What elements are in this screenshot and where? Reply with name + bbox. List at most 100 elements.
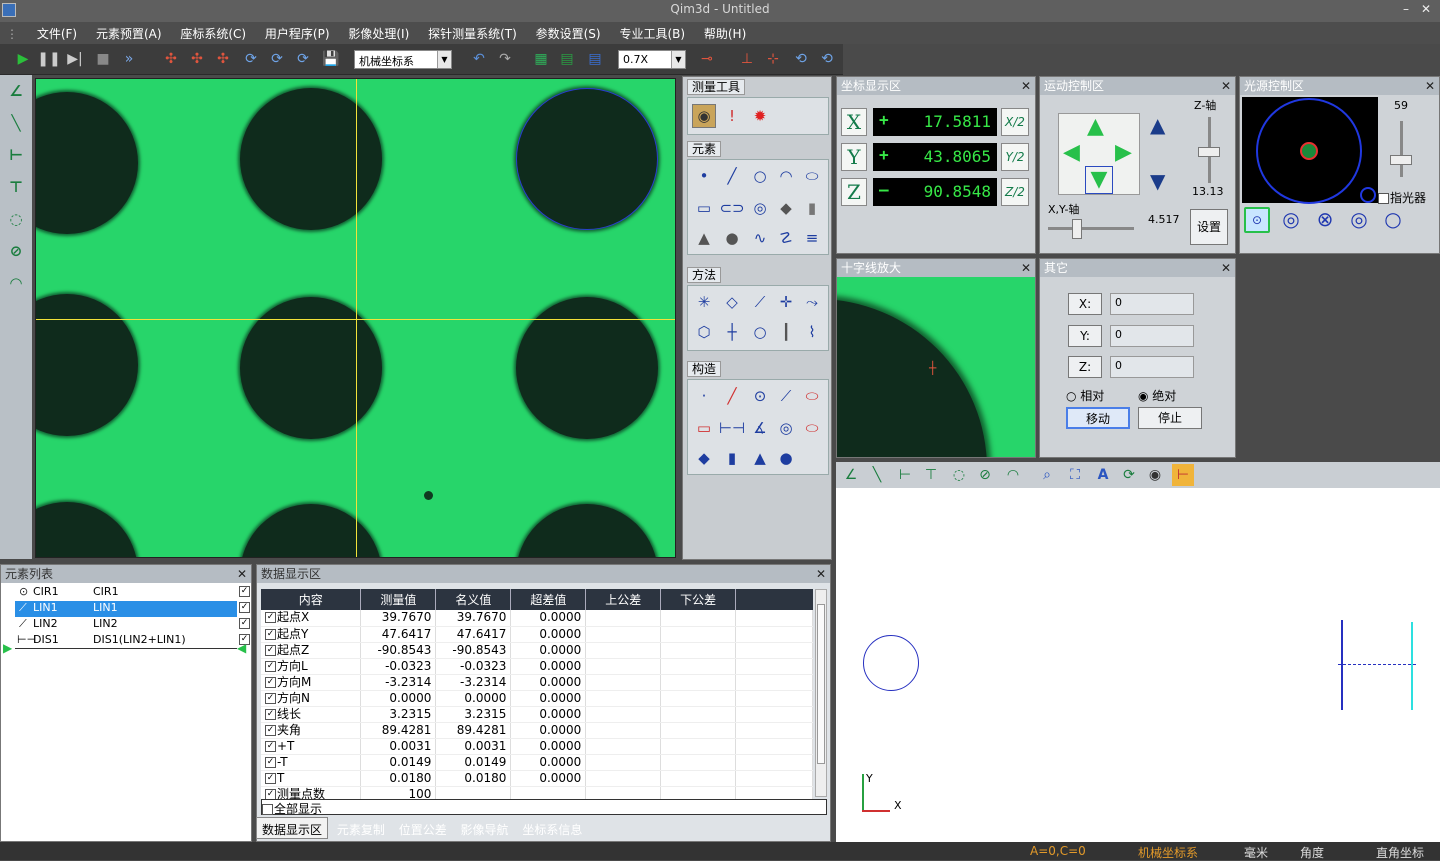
line-icon[interactable]: ╱ bbox=[720, 164, 744, 188]
close-icon[interactable]: ✕ bbox=[1221, 77, 1231, 95]
row-checkbox[interactable]: ✓ bbox=[265, 740, 276, 752]
goto-z-button[interactable]: Z: bbox=[1068, 356, 1102, 378]
probe-touch-icon[interactable]: ┃ bbox=[774, 320, 798, 344]
region-icon[interactable]: ⬡ bbox=[692, 320, 716, 344]
point-icon[interactable]: • bbox=[692, 164, 716, 188]
rotate-x-icon[interactable]: ⟳ bbox=[266, 48, 288, 70]
slot-icon[interactable]: ⊂⊃ bbox=[719, 196, 744, 220]
axis-x-button[interactable]: X bbox=[841, 108, 867, 136]
play-icon[interactable]: ▶ bbox=[12, 48, 34, 70]
axis-y-button[interactable]: Y bbox=[841, 143, 867, 171]
jog-up-icon[interactable]: ▲ bbox=[1087, 116, 1104, 138]
menu-coord-system[interactable]: 座标系统(C) bbox=[172, 22, 253, 42]
relative-radio[interactable]: ○ 相对 bbox=[1066, 387, 1104, 404]
angle-tool-icon[interactable]: ∠ bbox=[4, 79, 28, 103]
horizontal-distance-icon[interactable]: ⊢ bbox=[4, 143, 28, 167]
align-x-icon[interactable]: ✣ bbox=[186, 48, 208, 70]
construct-angle-icon[interactable]: ∡ bbox=[748, 416, 772, 440]
menu-parameters[interactable]: 参数设置(S) bbox=[528, 22, 608, 42]
coord-system-select[interactable]: 机械坐标系 ▼ bbox=[354, 50, 452, 69]
col-deviation[interactable]: 超差值 bbox=[510, 589, 587, 610]
table-row[interactable]: ✓ 起点X 39.7670 39.7670 0.0000 bbox=[261, 610, 813, 627]
camera-tool-icon[interactable]: ◉ bbox=[692, 104, 716, 128]
jog-down-icon[interactable]: ▼ bbox=[1085, 166, 1113, 194]
construct-arc-icon[interactable]: ⟋ bbox=[774, 384, 798, 408]
construct-plane-icon[interactable]: ◆ bbox=[692, 446, 716, 470]
row-checkbox[interactable]: ✓ bbox=[265, 644, 276, 656]
x-input[interactable]: 0 bbox=[1110, 293, 1194, 315]
cylinder-icon[interactable]: ▮ bbox=[800, 196, 824, 220]
ring-mode-5-icon[interactable]: ○ bbox=[1380, 207, 1406, 233]
probe-icon[interactable]: ⊸ bbox=[696, 48, 718, 70]
tab-coord-info[interactable]: 坐标系信息 bbox=[517, 818, 587, 838]
construct-cylinder-icon[interactable]: ▮ bbox=[720, 446, 744, 470]
zoom-select[interactable]: 0.7X ▼ bbox=[618, 50, 686, 69]
parallel-lines-icon[interactable]: ≡ bbox=[800, 226, 824, 250]
row-checkbox[interactable]: ✓ bbox=[265, 612, 276, 624]
row-checkbox[interactable]: ✓ bbox=[265, 724, 276, 736]
diameter-tool-icon[interactable]: ⊘ bbox=[4, 239, 28, 263]
table-row[interactable]: ✓ 方向L -0.0323 -0.0323 0.0000 bbox=[261, 658, 813, 675]
undo-icon[interactable]: ↶ bbox=[468, 48, 490, 70]
z-down-icon[interactable]: ▼ bbox=[1150, 169, 1165, 193]
show-all-row[interactable]: 全部显示 bbox=[261, 799, 827, 816]
z-input[interactable]: 0 bbox=[1110, 356, 1194, 378]
arc-icon[interactable]: ◠ bbox=[774, 164, 798, 188]
fast-forward-icon[interactable]: » bbox=[118, 48, 140, 70]
list-item-selected[interactable]: ⟋ LIN1 LIN1 bbox=[15, 601, 237, 617]
axis-z-button[interactable]: Z bbox=[841, 178, 867, 206]
laser-tool-icon[interactable]: ✹ bbox=[748, 104, 772, 128]
ring-mode-1-icon[interactable]: ⊙ bbox=[1244, 207, 1270, 233]
x-half-button[interactable]: X/2 bbox=[1001, 108, 1029, 136]
construct-ring-icon[interactable]: ◎ bbox=[774, 416, 798, 440]
v-distance-icon[interactable]: ⊤ bbox=[920, 464, 942, 486]
z-half-button[interactable]: Z/2 bbox=[1001, 178, 1029, 206]
redo-icon[interactable]: ↷ bbox=[494, 48, 516, 70]
pause-icon[interactable]: ❚❚ bbox=[37, 48, 60, 70]
excel-icon[interactable]: ▤ bbox=[556, 48, 578, 70]
table-row[interactable]: ✓ 起点Z -90.8543 -90.8543 0.0000 bbox=[261, 642, 813, 659]
axes-toggle-icon[interactable]: ⊢ bbox=[1172, 464, 1194, 486]
table-row[interactable]: ✓ -T 0.0149 0.0149 0.0000 bbox=[261, 754, 813, 771]
plane-icon[interactable]: ◆ bbox=[774, 196, 798, 220]
view-icon[interactable]: ◉ bbox=[1144, 464, 1166, 486]
step-icon[interactable]: ▶| bbox=[64, 48, 86, 70]
y-input[interactable]: 0 bbox=[1110, 325, 1194, 347]
ring-mode-2-icon[interactable]: ◎ bbox=[1278, 207, 1304, 233]
settings-button[interactable]: 设置 bbox=[1190, 209, 1228, 245]
stop-icon[interactable]: ■ bbox=[92, 48, 114, 70]
jog-left-icon[interactable]: ◀ bbox=[1063, 142, 1080, 164]
close-icon[interactable]: ✕ bbox=[816, 565, 826, 583]
construct-rect-icon[interactable]: ▭ bbox=[692, 416, 716, 440]
axis-321-icon[interactable]: ⊥ bbox=[736, 48, 758, 70]
close-icon[interactable]: ✕ bbox=[1425, 77, 1435, 95]
col-content[interactable]: 内容 bbox=[261, 589, 362, 610]
row-checkbox[interactable]: ✓ bbox=[265, 692, 276, 704]
col-lower-tol[interactable]: 下公差 bbox=[660, 589, 737, 610]
table-row[interactable]: ✓ +T 0.0031 0.0031 0.0000 bbox=[261, 738, 813, 755]
list-item[interactable]: ⊙ CIR1 CIR1 bbox=[15, 585, 237, 601]
menu-user-program[interactable]: 用户程序(P) bbox=[257, 22, 337, 42]
indicator-checkbox[interactable]: 指光器 bbox=[1378, 189, 1426, 206]
ring-mode-3-icon[interactable]: ⊗ bbox=[1312, 207, 1338, 233]
circle-fit-icon[interactable]: ○ bbox=[748, 320, 772, 344]
freeform-icon[interactable]: ☡ bbox=[774, 226, 798, 250]
crosshair-point-icon[interactable]: ┼ bbox=[720, 320, 744, 344]
curve-icon[interactable]: ∿ bbox=[748, 226, 772, 250]
circle-icon[interactable]: ◌ bbox=[948, 464, 970, 486]
profile-icon[interactable]: ⌇ bbox=[800, 320, 824, 344]
rotate-a-icon[interactable]: ⟳ bbox=[240, 48, 262, 70]
table-scrollbar[interactable] bbox=[815, 589, 827, 797]
col-upper-tol[interactable]: 上公差 bbox=[585, 589, 662, 610]
light-slider-thumb[interactable] bbox=[1390, 155, 1412, 165]
construct-slot-icon[interactable]: ⬭ bbox=[800, 416, 824, 440]
sphere-icon[interactable]: ● bbox=[720, 226, 744, 250]
align-y-icon[interactable]: ✣ bbox=[212, 48, 234, 70]
close-icon[interactable]: ✕ bbox=[1021, 77, 1031, 95]
item-check[interactable]: ✓ bbox=[239, 602, 251, 614]
tab-position-tolerance[interactable]: 位置公差 bbox=[394, 818, 452, 838]
row-checkbox[interactable]: ✓ bbox=[265, 628, 276, 640]
tab-data-display[interactable]: 数据显示区 bbox=[256, 817, 329, 839]
y-half-button[interactable]: Y/2 bbox=[1001, 143, 1029, 171]
translate-icon[interactable]: ⊹ bbox=[762, 48, 784, 70]
